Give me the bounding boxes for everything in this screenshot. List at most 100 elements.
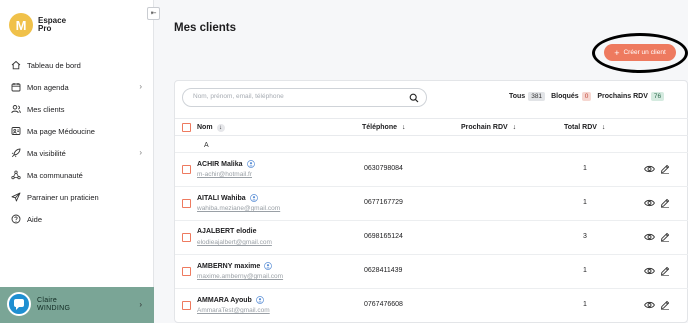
rocket-icon [11,148,21,158]
client-name[interactable]: AMMARA Ayoub [197,296,264,304]
sidebar-item-label: Ma page Médoucine [27,126,95,136]
client-total-rdv: 1 [583,165,587,172]
profile-icon [255,296,264,304]
row-checkbox[interactable] [182,199,191,208]
sidebar: M Espace Pro Tableau de bord Mon agenda … [0,0,154,323]
count-badge: 0 [581,92,592,101]
client-name[interactable]: AMBERNY maxime [197,262,273,270]
row-checkbox[interactable] [182,233,191,242]
column-header-label: Téléphone [362,124,398,131]
user-name: Claire WINDING [37,297,70,313]
sidebar-item-agenda[interactable]: Mon agenda › [0,76,154,98]
client-name-text: AMBERNY maxime [197,262,261,270]
sidebar-item-page[interactable]: Ma page Médoucine [0,120,154,142]
table-row[interactable]: AMMARA Ayoub AmmaraTest@gmail.com 076747… [175,288,688,322]
user-last-name: WINDING [37,305,71,312]
logo-mark: M [9,13,33,37]
column-header-phone[interactable]: Téléphone ↓ [362,124,405,131]
client-total-rdv: 1 [583,267,587,274]
filter-upcoming[interactable]: Prochains RDV 76 [597,92,665,101]
column-header-next-rdv[interactable]: Prochain RDV ↓ [461,124,516,131]
edit-pencil-icon[interactable] [660,232,670,242]
eye-icon[interactable] [644,266,655,276]
logo-line-2: Pro [38,24,52,33]
eye-icon[interactable] [644,300,655,310]
sidebar-item-label: Ma communauté [27,170,83,180]
client-name[interactable]: AITALI Wahiba [197,194,258,202]
client-phone: 0628411439 [364,267,403,274]
sidebar-item-dashboard[interactable]: Tableau de bord [0,54,154,76]
column-header-label: Total RDV [564,124,597,131]
plus-icon: + [614,47,620,58]
client-name-text: AMMARA Ayoub [197,296,252,304]
column-header-label: Prochain RDV [461,124,508,131]
select-all-checkbox[interactable] [182,123,191,132]
user-menu[interactable]: Claire WINDING › [0,287,154,323]
client-phone: 0630798084 [364,165,403,172]
filters: Tous 381 Bloqués 0 Prochains RDV 76 [509,92,670,101]
filter-all[interactable]: Tous 381 [509,92,546,101]
column-header-total-rdv[interactable]: Total RDV ↓ [564,124,605,131]
filter-label: Prochains RDV [597,93,648,100]
eye-icon[interactable] [644,232,655,242]
sort-down-icon: ↓ [401,124,406,131]
collapse-sidebar-button[interactable]: ⇤ [147,7,160,20]
table-row[interactable]: ACHIR Malika m-achir@hotmail.fr 06307980… [175,152,688,186]
send-icon [11,192,21,202]
client-total-rdv: 3 [583,233,587,240]
users-icon [11,104,21,114]
help-icon [11,214,21,224]
client-total-rdv: 1 [583,301,587,308]
logo-text: Espace Pro [38,17,66,33]
profile-icon [249,194,258,202]
table-row[interactable]: AJALBERT elodie elodieajalbert@gmail.com… [175,220,688,254]
client-email[interactable]: m-achir@hotmail.fr [197,171,252,178]
page-icon [11,126,21,136]
profile-icon [264,262,273,270]
chevron-right-icon: › [139,148,142,157]
network-icon [11,170,21,180]
search-input[interactable] [193,93,403,100]
client-name-text: AJALBERT elodie [197,228,257,235]
home-icon [11,60,21,70]
edit-pencil-icon[interactable] [660,266,670,276]
client-name[interactable]: ACHIR Malika [197,160,255,168]
table-row[interactable]: AITALI Wahiba wahiba.meziane@gmail.com 0… [175,186,688,220]
filter-label: Tous [509,93,526,100]
row-checkbox[interactable] [182,165,191,174]
row-checkbox[interactable] [182,301,191,310]
client-name[interactable]: AJALBERT elodie [197,228,257,235]
client-name-text: AITALI Wahiba [197,194,246,202]
sort-down-icon: ↓ [601,124,606,131]
sidebar-item-help[interactable]: Aide [0,208,154,230]
row-checkbox[interactable] [182,267,191,276]
page-title: Mes clients [174,22,236,34]
client-name-text: ACHIR Malika [197,160,243,168]
sidebar-item-label: Aide [27,214,43,224]
count-badge: 76 [650,92,665,101]
create-client-button[interactable]: + Créer un client [604,44,676,61]
chat-bubble-icon[interactable] [7,292,31,316]
sidebar-item-clients[interactable]: Mes clients [0,98,154,120]
filter-blocked[interactable]: Bloqués 0 [551,92,592,101]
clients-table-card: Tous 381 Bloqués 0 Prochains RDV 76 Nom … [174,80,688,323]
eye-icon[interactable] [644,164,655,174]
table-row[interactable]: AMBERNY maxime maxime.amberny@gmail.com … [175,254,688,288]
edit-pencil-icon[interactable] [660,300,670,310]
edit-pencil-icon[interactable] [660,164,670,174]
sidebar-item-community[interactable]: Ma communauté [0,164,154,186]
eye-icon[interactable] [644,198,655,208]
sort-down-icon: ↓ [512,124,517,131]
group-letter: A [204,142,209,149]
sidebar-item-visibility[interactable]: Ma visibilité › [0,142,154,164]
client-email[interactable]: AmmaraTest@gmail.com [197,307,270,314]
brand-logo[interactable]: M Espace Pro [9,13,66,37]
edit-pencil-icon[interactable] [660,198,670,208]
search-icon[interactable] [409,93,419,103]
client-email[interactable]: maxime.amberny@gmail.com [197,273,283,280]
sidebar-nav: Tableau de bord Mon agenda › Mes clients [0,54,154,230]
column-header-name[interactable]: Nom ↓ [197,124,225,132]
client-email[interactable]: elodieajalbert@gmail.com [197,239,272,246]
client-email[interactable]: wahiba.meziane@gmail.com [197,205,280,212]
sidebar-item-referral[interactable]: Parrainer un praticien [0,186,154,208]
